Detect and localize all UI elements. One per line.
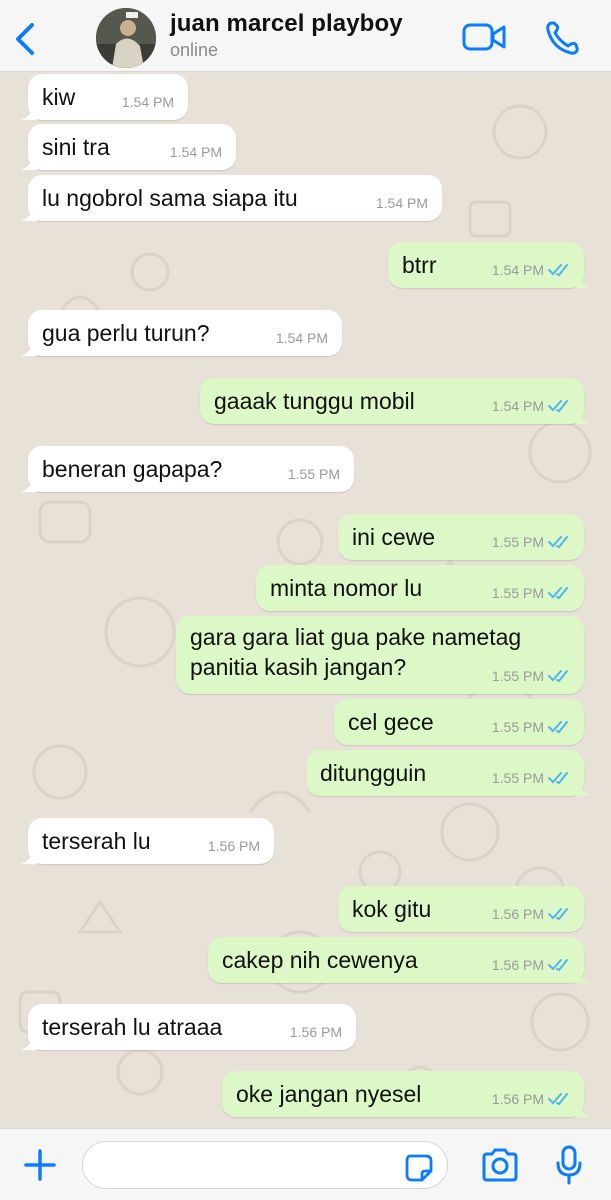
message-time: 1.54 PM (169, 144, 222, 160)
read-receipt-icon (548, 536, 568, 549)
read-receipt-icon (548, 587, 568, 600)
read-receipt-icon (548, 264, 568, 277)
message-text: terserah lu atraaa (42, 1014, 223, 1040)
read-receipt-icon (548, 400, 568, 413)
message-time: 1.55 PM (287, 466, 340, 482)
message-text: kok gitu (352, 896, 432, 922)
message-text: beneran gapapa? (42, 456, 223, 482)
message-bubble-incoming[interactable]: terserah lu atraaa 1.56 PM (21, 1004, 356, 1050)
read-receipt-icon (548, 1093, 568, 1106)
message-time: 1.54 PM (275, 330, 328, 346)
camera-icon[interactable] (480, 1148, 520, 1182)
microphone-icon[interactable] (556, 1145, 582, 1185)
message-time: 1.54 PM (375, 195, 428, 211)
message-bubble-outgoing[interactable]: gaaak tunggu mobil 1.54 PM (200, 378, 591, 424)
sticker-icon[interactable] (404, 1153, 434, 1183)
message-bubble-incoming[interactable]: gua perlu turun? 1.54 PM (21, 310, 342, 356)
message-text: btrr (402, 252, 437, 278)
read-receipt-icon (548, 959, 568, 972)
message-bubble-outgoing[interactable]: minta nomor lu 1.55 PM (256, 565, 584, 611)
message-time: 1.54 PM (491, 398, 544, 414)
contact-avatar[interactable] (96, 8, 156, 68)
plus-icon[interactable] (22, 1147, 58, 1183)
video-call-icon[interactable] (462, 22, 506, 52)
message-text: minta nomor lu (270, 575, 423, 601)
message-bubble-outgoing[interactable]: gara gara liat gua pake nametag panitia … (176, 616, 584, 694)
message-text: gaaak tunggu mobil (214, 388, 415, 414)
message-bubble-incoming[interactable]: lu ngobrol sama siapa itu 1.54 PM (21, 175, 442, 221)
contact-status: online (170, 40, 219, 60)
chat-area[interactable]: kiw 1.54 PM sini tra 1.54 PM lu ngobrol … (0, 72, 611, 1128)
message-time: 1.56 PM (491, 1091, 544, 1107)
read-receipt-icon (548, 670, 568, 683)
message-text: gua perlu turun? (42, 320, 210, 346)
message-time: 1.55 PM (491, 534, 544, 550)
message-bubble-incoming[interactable]: beneran gapapa? 1.55 PM (21, 446, 354, 492)
message-text: sini tra (42, 134, 110, 160)
message-bubble-outgoing[interactable]: oke jangan nyesel 1.56 PM (222, 1071, 591, 1117)
message-bubble-outgoing[interactable]: cakep nih cewenya 1.56 PM (208, 937, 591, 983)
read-receipt-icon (548, 772, 568, 785)
message-time: 1.54 PM (491, 262, 544, 278)
read-receipt-icon (548, 721, 568, 734)
message-bubble-incoming[interactable]: terserah lu 1.56 PM (21, 818, 274, 864)
message-bubble-outgoing[interactable]: cel gece 1.55 PM (334, 699, 584, 745)
message-bubble-outgoing[interactable]: ini cewe 1.55 PM (338, 514, 584, 560)
message-text: lu ngobrol sama siapa itu (42, 185, 298, 211)
message-text: ditungguin (320, 760, 427, 786)
message-text: cel gece (348, 709, 434, 735)
message-text: ini cewe (352, 524, 436, 550)
message-text: oke jangan nyesel (236, 1081, 422, 1107)
message-time: 1.55 PM (491, 668, 544, 684)
message-composer (0, 1128, 611, 1200)
message-time: 1.56 PM (289, 1024, 342, 1040)
message-time: 1.55 PM (491, 719, 544, 735)
message-bubble-incoming[interactable]: kiw 1.54 PM (21, 74, 188, 120)
message-input[interactable] (82, 1141, 448, 1189)
message-time: 1.55 PM (491, 585, 544, 601)
contact-name[interactable]: juan marcel playboy (170, 10, 403, 38)
message-time: 1.56 PM (491, 957, 544, 973)
message-text: terserah lu (42, 828, 151, 854)
message-bubble-outgoing[interactable]: kok gitu 1.56 PM (338, 886, 584, 932)
chat-header: juan marcel playboy online (0, 0, 611, 72)
message-bubble-outgoing[interactable]: ditungguin 1.55 PM (306, 750, 591, 796)
message-time: 1.55 PM (491, 770, 544, 786)
phone-call-icon[interactable] (544, 20, 580, 56)
read-receipt-icon (548, 908, 568, 921)
message-text: cakep nih cewenya (222, 947, 418, 973)
message-time: 1.56 PM (491, 906, 544, 922)
back-chevron-icon[interactable] (10, 22, 40, 56)
message-text: kiw (42, 84, 76, 110)
message-text: gara gara liat gua pake nametag panitia … (190, 624, 522, 680)
message-bubble-outgoing[interactable]: btrr 1.54 PM (388, 242, 591, 288)
message-time: 1.54 PM (121, 94, 174, 110)
message-bubble-incoming[interactable]: sini tra 1.54 PM (21, 124, 236, 170)
message-time: 1.56 PM (207, 838, 260, 854)
